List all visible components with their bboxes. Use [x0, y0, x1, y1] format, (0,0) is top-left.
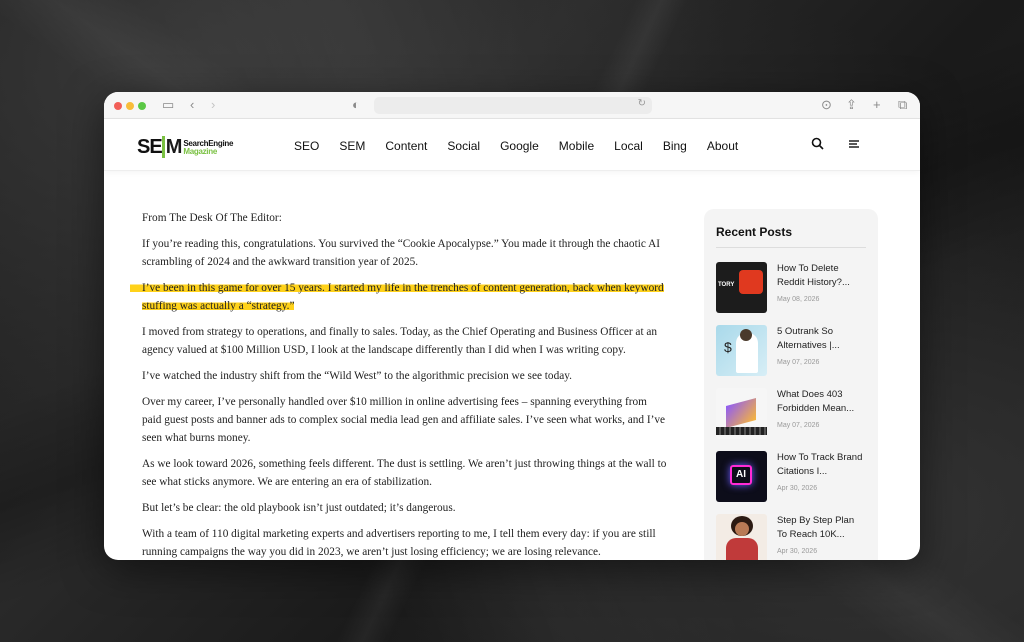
- close-window-button[interactable]: [114, 102, 122, 110]
- recent-post[interactable]: TORY How To Delete Reddit History?... Ma…: [716, 262, 866, 325]
- article-paragraph: As we look toward 2026, something feels …: [142, 458, 667, 488]
- highlight-mark: I’ve been in this game for over 15 years…: [130, 282, 664, 312]
- sidebar-icon[interactable]: ▭: [162, 97, 174, 113]
- menu-icon[interactable]: [848, 137, 860, 153]
- post-date: Apr 30, 2026: [777, 485, 818, 492]
- post-title[interactable]: 5 Outrank So Alternatives |...: [777, 325, 866, 353]
- browser-titlebar: ▭ ‹ › ◐ ↻ ⊙ ⇪ + ⧉: [104, 92, 920, 119]
- post-date: May 08, 2026: [777, 296, 820, 303]
- nav-item-about[interactable]: About: [707, 139, 738, 153]
- address-bar[interactable]: ↻: [374, 97, 652, 114]
- recent-post[interactable]: What Does 403 Forbidden Mean... May 07, …: [716, 388, 866, 451]
- reddit-logo-icon: [739, 270, 763, 294]
- nav-item-social[interactable]: Social: [447, 139, 480, 153]
- main-nav: SEO SEM Content Social Google Mobile Loc…: [294, 139, 758, 153]
- ai-chip-icon: AI: [730, 465, 752, 485]
- recent-post[interactable]: $ 5 Outrank So Alternatives |... May 07,…: [716, 325, 866, 388]
- maximize-window-button[interactable]: [138, 102, 146, 110]
- post-thumbnail[interactable]: TORY: [716, 262, 767, 313]
- reload-icon[interactable]: ↻: [638, 98, 646, 109]
- post-thumbnail[interactable]: [716, 514, 767, 560]
- keyboard-illustration: [716, 427, 767, 435]
- site-logo[interactable]: SE M SearchEngine Magazine: [137, 136, 233, 159]
- forward-icon[interactable]: ›: [211, 97, 215, 113]
- logo-mark: SE M: [137, 136, 182, 158]
- new-tab-icon[interactable]: +: [873, 97, 881, 113]
- article-paragraph: I moved from strategy to operations, and…: [142, 326, 658, 356]
- article-paragraph: But let’s be clear: the old playbook isn…: [142, 502, 456, 514]
- post-title[interactable]: Step By Step Plan To Reach 10K...: [777, 514, 866, 542]
- recent-posts-title: Recent Posts: [716, 225, 866, 248]
- download-icon[interactable]: ⊙: [821, 97, 832, 113]
- post-thumbnail[interactable]: AI: [716, 451, 767, 502]
- post-thumbnail[interactable]: $: [716, 325, 767, 376]
- nav-item-sem[interactable]: SEM: [339, 139, 365, 153]
- minimize-window-button[interactable]: [126, 102, 134, 110]
- nav-item-google[interactable]: Google: [500, 139, 539, 153]
- site-header: SE M SearchEngine Magazine SEO SEM Conten…: [104, 119, 920, 171]
- article-paragraph: With a team of 110 digital marketing exp…: [142, 528, 656, 558]
- tabs-overview-icon[interactable]: ⧉: [898, 97, 907, 113]
- share-icon[interactable]: ⇪: [846, 97, 857, 113]
- post-thumbnail[interactable]: [716, 388, 767, 439]
- nav-item-mobile[interactable]: Mobile: [559, 139, 594, 153]
- nav-item-bing[interactable]: Bing: [663, 139, 687, 153]
- article-paragraph: I’ve watched the industry shift from the…: [142, 370, 572, 382]
- recent-post[interactable]: AI How To Track Brand Citations I... Apr…: [716, 451, 866, 514]
- browser-illustration: [726, 397, 756, 429]
- article-body: From The Desk Of The Editor: If you’re r…: [130, 209, 668, 560]
- recent-posts-sidebar: Recent Posts TORY How To Delete Reddit H…: [704, 209, 878, 560]
- post-title[interactable]: How To Track Brand Citations I...: [777, 451, 866, 479]
- post-date: May 07, 2026: [777, 422, 820, 429]
- logo-text: SearchEngine Magazine: [183, 138, 234, 156]
- privacy-icon[interactable]: ◐: [352, 97, 360, 113]
- nav-item-content[interactable]: Content: [385, 139, 427, 153]
- post-title[interactable]: How To Delete Reddit History?...: [777, 262, 866, 290]
- nav-item-seo[interactable]: SEO: [294, 139, 319, 153]
- article-paragraph-highlighted: I’ve been in this game for over 15 years…: [130, 279, 668, 315]
- article-paragraph: From The Desk Of The Editor:: [142, 212, 282, 224]
- post-date: Apr 30, 2026: [777, 548, 818, 555]
- back-icon[interactable]: ‹: [190, 97, 194, 113]
- post-title[interactable]: What Does 403 Forbidden Mean...: [777, 388, 866, 416]
- nav-item-local[interactable]: Local: [614, 139, 643, 153]
- browser-window: ▭ ‹ › ◐ ↻ ⊙ ⇪ + ⧉ SE M SearchEngine Magaz…: [104, 92, 920, 560]
- post-date: May 07, 2026: [777, 359, 820, 366]
- recent-post[interactable]: Step By Step Plan To Reach 10K... Apr 30…: [716, 514, 866, 560]
- article-paragraph: Over my career, I’ve personally handled …: [142, 396, 666, 444]
- search-icon[interactable]: [811, 137, 824, 153]
- article-paragraph: If you’re reading this, congratulations.…: [142, 238, 660, 268]
- person-illustration: [735, 522, 749, 536]
